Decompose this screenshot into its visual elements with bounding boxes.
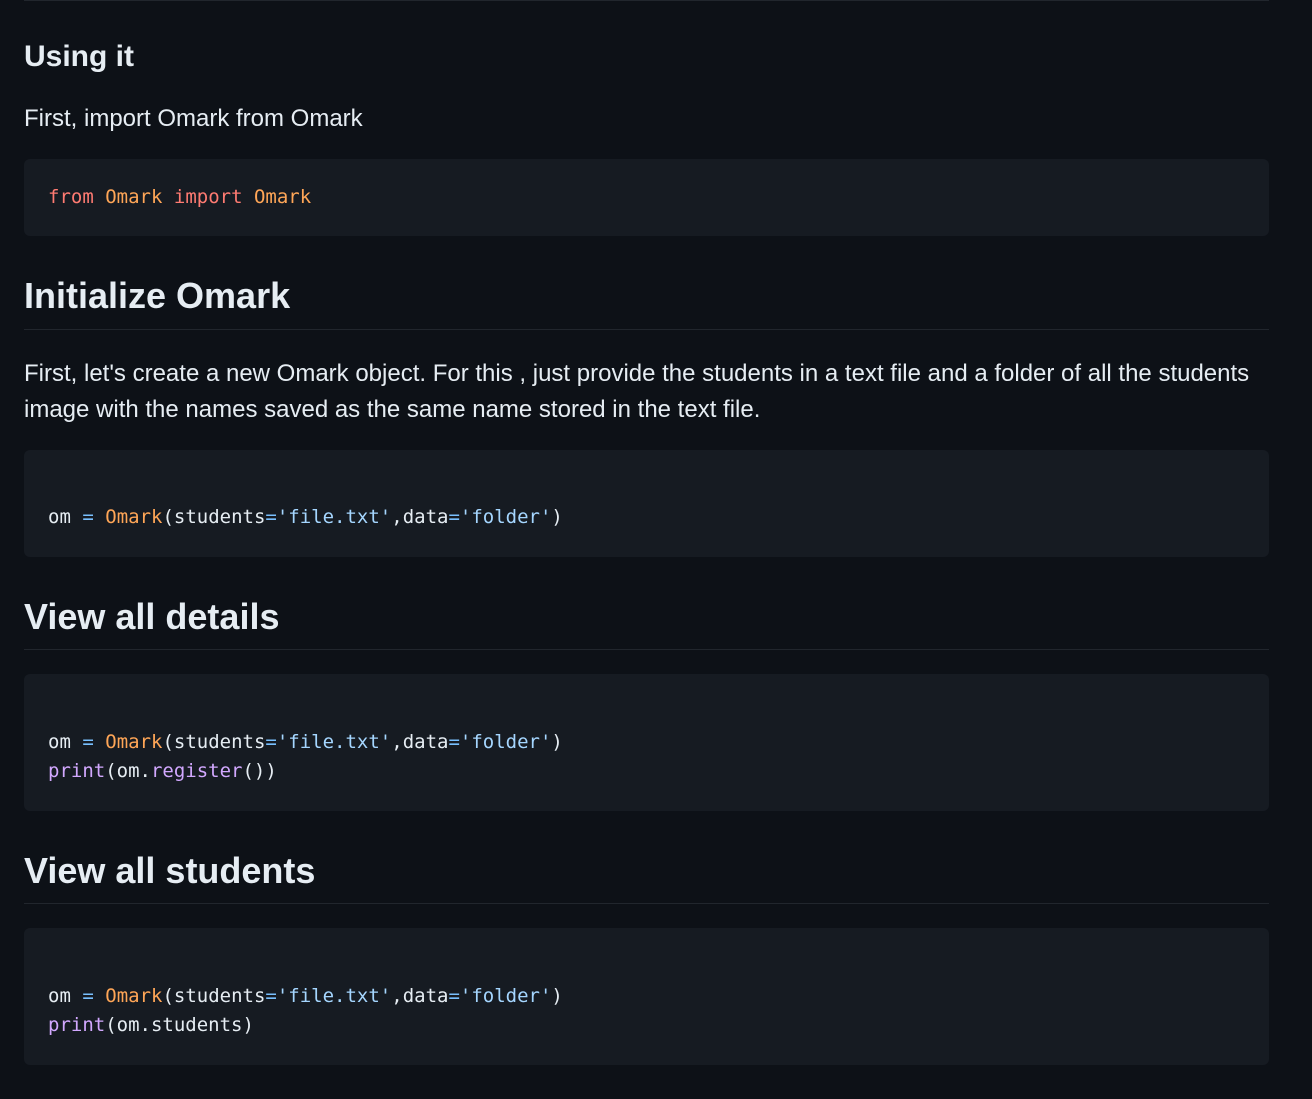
code-operator: =: [448, 731, 460, 753]
heading-students-wrap: View all students: [24, 849, 1269, 904]
code-module: Omark: [105, 186, 163, 208]
code-operator: =: [448, 506, 460, 528]
code-text: ): [551, 506, 563, 528]
code-string: 'file.txt': [276, 506, 392, 528]
code-text: ()): [242, 760, 277, 782]
code-block-details[interactable]: om = Omark(students='file.txt',data='fol…: [24, 674, 1269, 811]
heading-initialize-wrap: Initialize Omark: [24, 274, 1269, 330]
code-string: 'file.txt': [276, 731, 392, 753]
code-string: 'file.txt': [276, 985, 392, 1007]
code-string: 'folder': [459, 985, 552, 1007]
code-string: 'folder': [459, 731, 552, 753]
code-line: from Omark import Omark: [48, 159, 1245, 212]
code-lines: om = Omark(students='file.txt',data='fol…: [48, 928, 1245, 1040]
code-class: Omark: [105, 506, 163, 528]
code-operator: =: [448, 985, 460, 1007]
code-block-import[interactable]: from Omark import Omark: [24, 159, 1269, 236]
code-text: ,data: [391, 731, 449, 753]
code-text: (students: [162, 731, 266, 753]
heading-using-it: Using it: [24, 40, 134, 73]
heading-view-all-details: View all details: [24, 596, 280, 637]
paragraph-initialize: First, let's create a new Omark object. …: [24, 360, 1250, 423]
code-text: ): [551, 731, 563, 753]
code-operator: =: [82, 506, 94, 528]
code-operator: =: [265, 506, 277, 528]
code-text: (students: [162, 985, 266, 1007]
code-var: om: [48, 731, 71, 753]
heading-view-all-students: View all students: [24, 850, 316, 891]
code-operator: =: [82, 731, 94, 753]
code-var: om: [48, 985, 71, 1007]
code-block-students[interactable]: om = Omark(students='file.txt',data='fol…: [24, 928, 1269, 1065]
code-line: om = Omark(students='file.txt',data='fol…: [48, 450, 1245, 532]
code-method: register: [150, 760, 243, 782]
code-text: ): [551, 985, 563, 1007]
code-string: 'folder': [459, 506, 552, 528]
code-text: (om.students): [105, 1014, 254, 1036]
code-block-initialize[interactable]: om = Omark(students='file.txt',data='fol…: [24, 450, 1269, 557]
code-keyword: from: [48, 186, 94, 208]
code-text: (om.: [105, 760, 151, 782]
code-keyword: import: [173, 186, 243, 208]
code-class: Omark: [253, 186, 312, 208]
heading-initialize-omark: Initialize Omark: [24, 275, 291, 316]
code-function: print: [48, 760, 106, 782]
code-text: (students: [162, 506, 266, 528]
code-class: Omark: [105, 985, 163, 1007]
code-operator: =: [82, 985, 94, 1007]
code-operator: =: [265, 985, 277, 1007]
section-divider: [24, 0, 1269, 1]
code-text: ,data: [391, 985, 449, 1007]
paragraph-import: First, import Omark from Omark: [24, 105, 363, 132]
code-lines: om = Omark(students='file.txt',data='fol…: [48, 674, 1245, 786]
code-class: Omark: [105, 731, 163, 753]
heading-details-wrap: View all details: [24, 595, 1269, 650]
code-text: ,data: [391, 506, 449, 528]
code-operator: =: [265, 731, 277, 753]
code-var: om: [48, 506, 71, 528]
code-function: print: [48, 1014, 106, 1036]
